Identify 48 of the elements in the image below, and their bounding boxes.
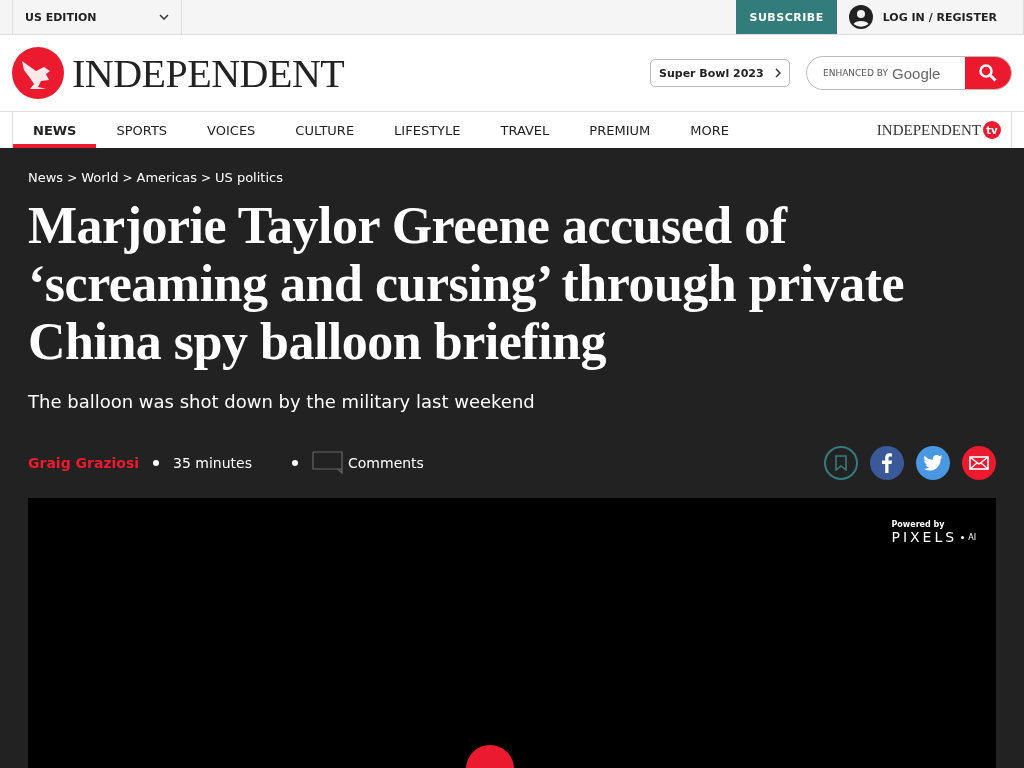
nav-tab[interactable]: VOICES	[187, 112, 276, 148]
breadcrumb-separator: >	[200, 170, 211, 185]
twitter-share-button[interactable]	[916, 446, 950, 480]
nav-tab[interactable]: TRAVEL	[480, 112, 570, 148]
article-headline: Marjorie Taylor Greene accused of ‘screaming and cursing’ through private China spy balloon briefing	[28, 197, 906, 371]
bird-icon	[923, 455, 943, 471]
envelope-icon	[969, 456, 989, 470]
chevron-right-icon	[775, 68, 781, 78]
nav-tab[interactable]: CULTURE	[275, 112, 375, 148]
edition-selector[interactable]: US EDITION	[12, 0, 182, 34]
comments-link[interactable]: Comments	[312, 451, 424, 475]
user-icon	[848, 5, 873, 29]
bullet-dot	[292, 460, 298, 466]
breadcrumb-separator: >	[122, 170, 133, 185]
breadcrumb-link[interactable]: World	[81, 170, 119, 185]
bookmark-icon	[835, 455, 847, 471]
article-standfirst: The balloon was shot down by the military last weekend	[28, 391, 536, 412]
breadcrumb-link[interactable]: News	[28, 170, 64, 185]
nav-tab[interactable]: SPORTS	[96, 112, 188, 148]
tv-logo-wordmark[interactable]: INDEPENDENT	[876, 121, 981, 139]
logo-wordmark[interactable]: INDEPENDENT	[72, 49, 345, 97]
dot-icon	[961, 535, 965, 539]
pixels-wordmark: PIXELS	[891, 529, 958, 545]
subscribe-button[interactable]: SUBSCRIBE	[736, 0, 837, 34]
author-link[interactable]: Graig Graziosi	[28, 455, 140, 471]
nav-tab[interactable]: PREMIUM	[569, 112, 671, 148]
publish-time: 35 minutes	[173, 455, 252, 471]
chevron-down-icon	[159, 14, 169, 20]
tv-badge: tv	[983, 121, 1001, 139]
video-player[interactable]: Powered by PIXELS AI	[28, 498, 996, 768]
breadcrumb-link[interactable]: US politics	[215, 170, 283, 185]
speech-bubble-icon	[312, 451, 343, 475]
eagle-logo-icon	[12, 47, 64, 99]
login-button[interactable]: LOG IN / REGISTER	[836, 0, 1024, 34]
facebook-share-button[interactable]	[870, 446, 904, 480]
email-share-button[interactable]	[962, 446, 996, 480]
promo-link[interactable]: Super Bowl 2023	[650, 59, 790, 87]
breadcrumb-separator: >	[67, 170, 78, 185]
breadcrumb-link[interactable]: Americas	[136, 170, 197, 185]
bookmark-share-button[interactable]	[824, 446, 858, 480]
bullet-dot	[153, 460, 160, 466]
eagle-logo-icon	[465, 744, 515, 768]
nav-tab[interactable]: MORE	[670, 112, 749, 148]
powered-by-label: Powered by	[891, 520, 946, 529]
pixels-suffix: AI	[968, 532, 976, 542]
facebook-icon	[882, 453, 892, 473]
nav-tab[interactable]: LIFESTYLE	[374, 112, 481, 148]
nav-tab[interactable]: NEWS	[13, 112, 97, 148]
